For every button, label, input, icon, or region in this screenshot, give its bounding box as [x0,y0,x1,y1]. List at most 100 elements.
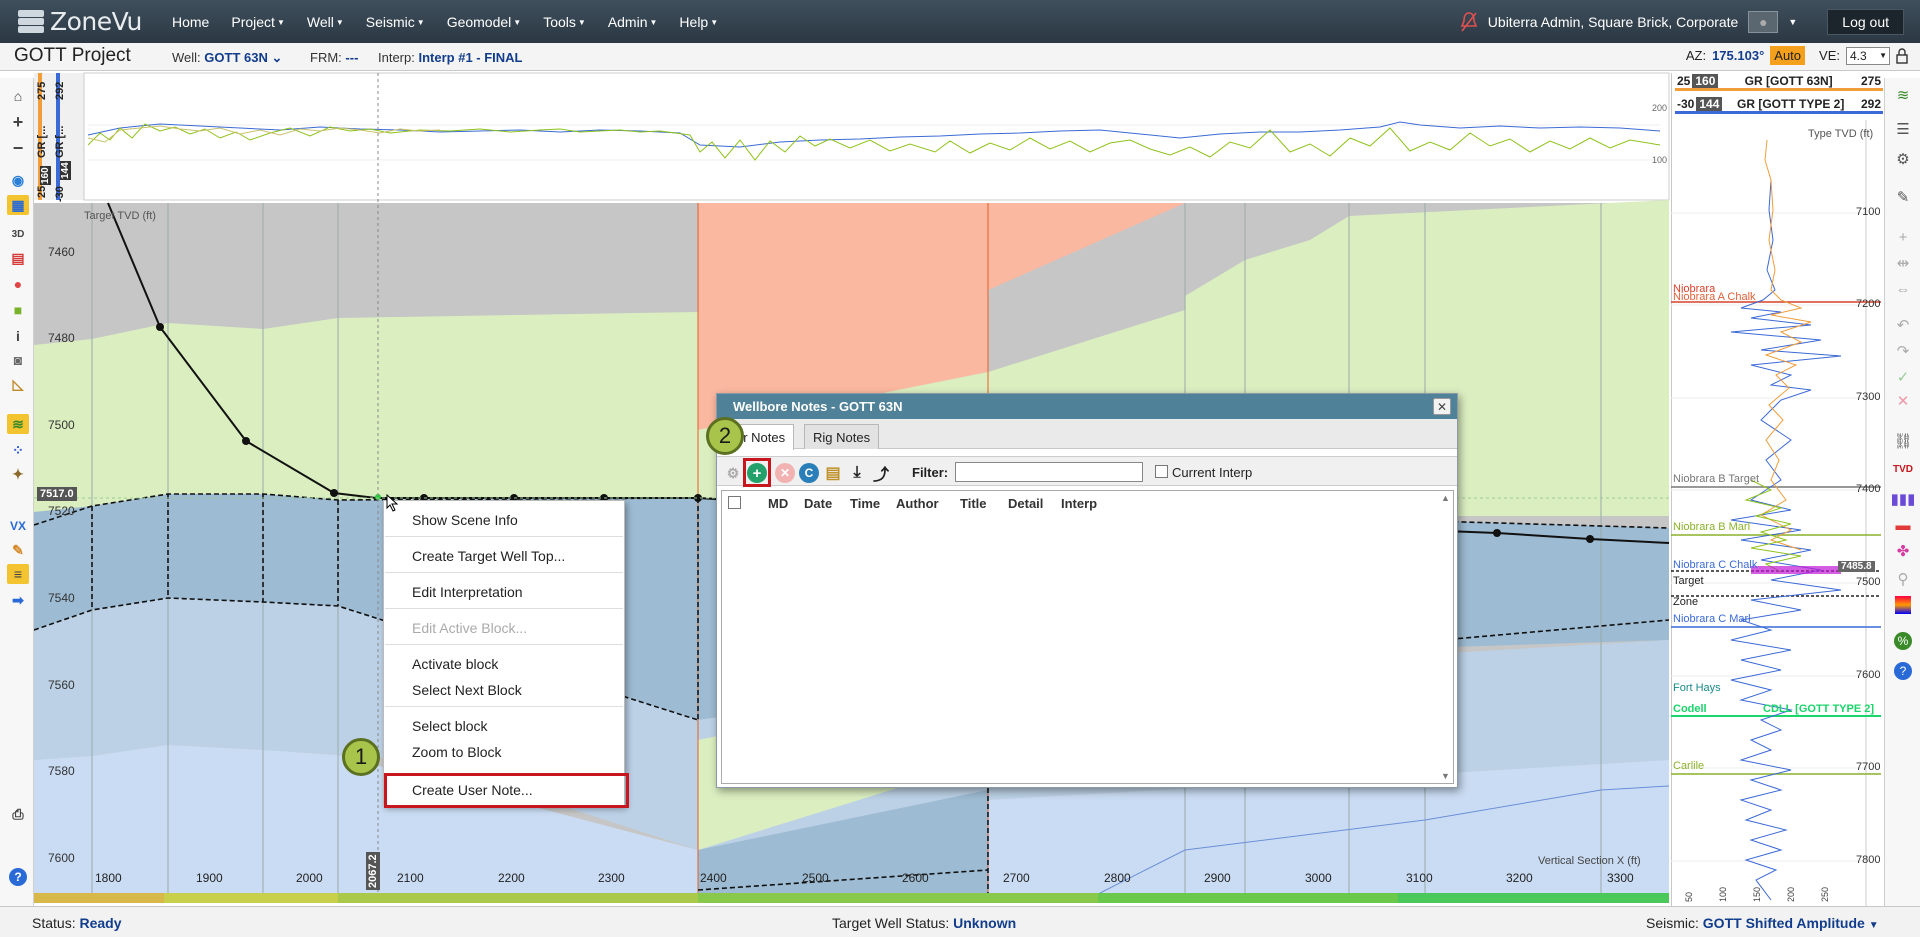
merge-icon: ⇔ [1895,280,1911,298]
menu-create-target-well-top[interactable]: Create Target Well Top... [412,548,565,564]
col-author[interactable]: Author [896,496,939,511]
cube-icon[interactable]: ■ [7,300,29,320]
cancel-icon: ✕ [1896,393,1910,410]
col-md[interactable]: MD [768,496,788,511]
gear-icon[interactable]: ⚙ [1892,148,1914,170]
bars-icon[interactable]: ▮▮▮ [1891,488,1916,510]
split-icon: ⇹ [1896,255,1910,272]
percent-icon[interactable]: % [1894,632,1912,650]
pencil-icon[interactable]: ✎ [7,540,29,560]
tvd-icon[interactable]: TVD [1892,458,1914,480]
clipboard-icon[interactable]: ▤ [823,463,843,483]
top-carlile[interactable]: Carlile [1673,760,1704,772]
scroll-up-icon[interactable]: ▲ [1441,493,1451,503]
x-tick: 1900 [196,871,223,885]
cursor-tvd-readout: 7517.0 [37,487,77,501]
print-icon[interactable]: ⎙ [7,804,29,824]
arrow-icon[interactable]: ➡ [7,590,29,610]
tvd-tick: 7800 [1856,854,1881,866]
type-log-chart[interactable] [1671,120,1883,906]
help-icon[interactable]: ? [9,868,27,886]
select-all-checkbox[interactable] [728,496,741,509]
tab-rig-notes[interactable]: Rig Notes [804,424,880,449]
x-tick: 2600 [902,871,929,885]
close-icon[interactable]: ✕ [1433,398,1451,415]
filter-input[interactable] [955,462,1143,482]
layers-icon[interactable]: ≋ [1892,84,1914,106]
zoom-in-icon[interactable]: + [7,112,29,132]
help-icon[interactable]: ? [1894,662,1912,680]
top-cdll-gott-type-2[interactable]: CDLL [GOTT TYPE 2] [1763,703,1874,715]
zoom-out-icon[interactable]: − [7,138,29,158]
right-toolbar: ≋ ☰ ⚙ ✎ + ⇹ ⇔ ↶ ↷ ✓ ✕ ⛓ TVD ▮▮▮ ▬ ✤ ⚲ % … [1884,78,1920,908]
curve-gr-gott-63n[interactable]: 25 160 GR [GOTT 63N] 275 [1675,74,1883,91]
col-interp[interactable]: Interp [1061,496,1097,511]
y-tick: 7460 [48,245,75,259]
top-niobrara-c-marl[interactable]: Niobrara C Marl [1673,613,1751,625]
current-interp-checkbox[interactable] [1155,465,1168,478]
menu-select-next-block[interactable]: Select Next Block [412,682,522,698]
seismic-icon[interactable]: ▤ [7,248,29,268]
top-niobrara-b-marl[interactable]: Niobrara B Marl [1673,521,1750,533]
ruler-icon[interactable]: ◺ [7,374,29,394]
import-icon[interactable]: ⤓ [847,463,867,483]
menu-edit-interpretation[interactable]: Edit Interpretation [412,584,523,600]
camera-icon[interactable]: ◙ [7,350,29,370]
menu-activate-block[interactable]: Activate block [412,656,498,672]
menu-select-block[interactable]: Select block [412,718,487,734]
gr-tick: 100 [1718,886,1728,902]
current-interp-label: Current Interp [1172,465,1253,480]
top-codell[interactable]: Codell [1673,703,1707,715]
curve-gr-gott-type-2[interactable]: -30 144 GR [GOTT TYPE 2] 292 [1675,97,1883,114]
points-icon[interactable]: ⁘ [7,440,29,460]
top-niobrara-b-target[interactable]: Niobrara B Target [1673,473,1759,485]
highlight-box [743,458,771,487]
compass-icon[interactable]: ◉ [7,170,29,190]
y-tick: 7560 [48,678,75,692]
seismic-selector[interactable]: Seismic: GOTT Shifted Amplitude ▼ [1646,915,1879,931]
horizon-icon[interactable]: ≋ [7,414,29,434]
home-icon[interactable]: ⌂ [7,86,29,106]
y-tick: 7520 [48,504,75,518]
top-niobrara-a-chalk[interactable]: Niobrara A Chalk [1673,291,1756,303]
x-tick: 1800 [95,871,122,885]
gr-tick: 50 [1684,891,1694,902]
target-icon[interactable]: ✦ [7,464,29,484]
target-well-status: Target Well Status: Unknown [832,915,1017,931]
pencil-icon[interactable]: ✎ [1892,186,1914,208]
menu-show-scene-info[interactable]: Show Scene Info [412,512,518,528]
seismic-toggle-icon[interactable]: ✤ [1892,540,1914,562]
top-niobrara-c-chalk[interactable]: Niobrara C Chalk [1673,559,1757,571]
gradient-icon[interactable] [1895,596,1911,614]
col-time[interactable]: Time [850,496,880,511]
gr-log-2-label: 292 GR [... -30 [54,81,66,202]
x-tick: 2900 [1204,871,1231,885]
gr-log-2-badge: 144 [60,161,71,180]
x-tick: 2000 [296,871,323,885]
list-icon[interactable]: ☰ [1892,118,1914,140]
flag-icon[interactable]: ▬ [1892,514,1914,536]
vx-icon[interactable]: VX [7,516,29,536]
export-icon[interactable]: ⤴ [871,463,891,484]
col-title[interactable]: Title [960,496,987,511]
layers-icon[interactable]: ● [7,274,29,294]
scale-tick: 200 [1652,103,1667,113]
col-date[interactable]: Date [804,496,832,511]
top-zone[interactable]: Zone [1673,596,1698,608]
3d-icon[interactable]: 3D [7,224,29,244]
tvd-tick: 7600 [1856,669,1881,681]
gr-tick: 200 [1786,886,1796,902]
menu-zoom-to-block[interactable]: Zoom to Block [412,744,501,760]
y-tick: 7480 [48,331,75,345]
link-icon[interactable]: ⛓ [1892,430,1914,452]
scroll-down-icon[interactable]: ▼ [1441,771,1451,781]
col-detail[interactable]: Detail [1008,496,1043,511]
highlight-box [384,773,629,808]
copy-icon[interactable]: C [799,463,819,483]
top-target[interactable]: Target [1673,575,1704,587]
notes-icon[interactable]: ≡ [7,564,29,584]
top-fort-hays[interactable]: Fort Hays [1673,682,1721,694]
y-tick: 7600 [48,851,75,865]
info-icon[interactable]: i [7,326,29,346]
grid-icon[interactable]: ▦ [7,195,29,215]
